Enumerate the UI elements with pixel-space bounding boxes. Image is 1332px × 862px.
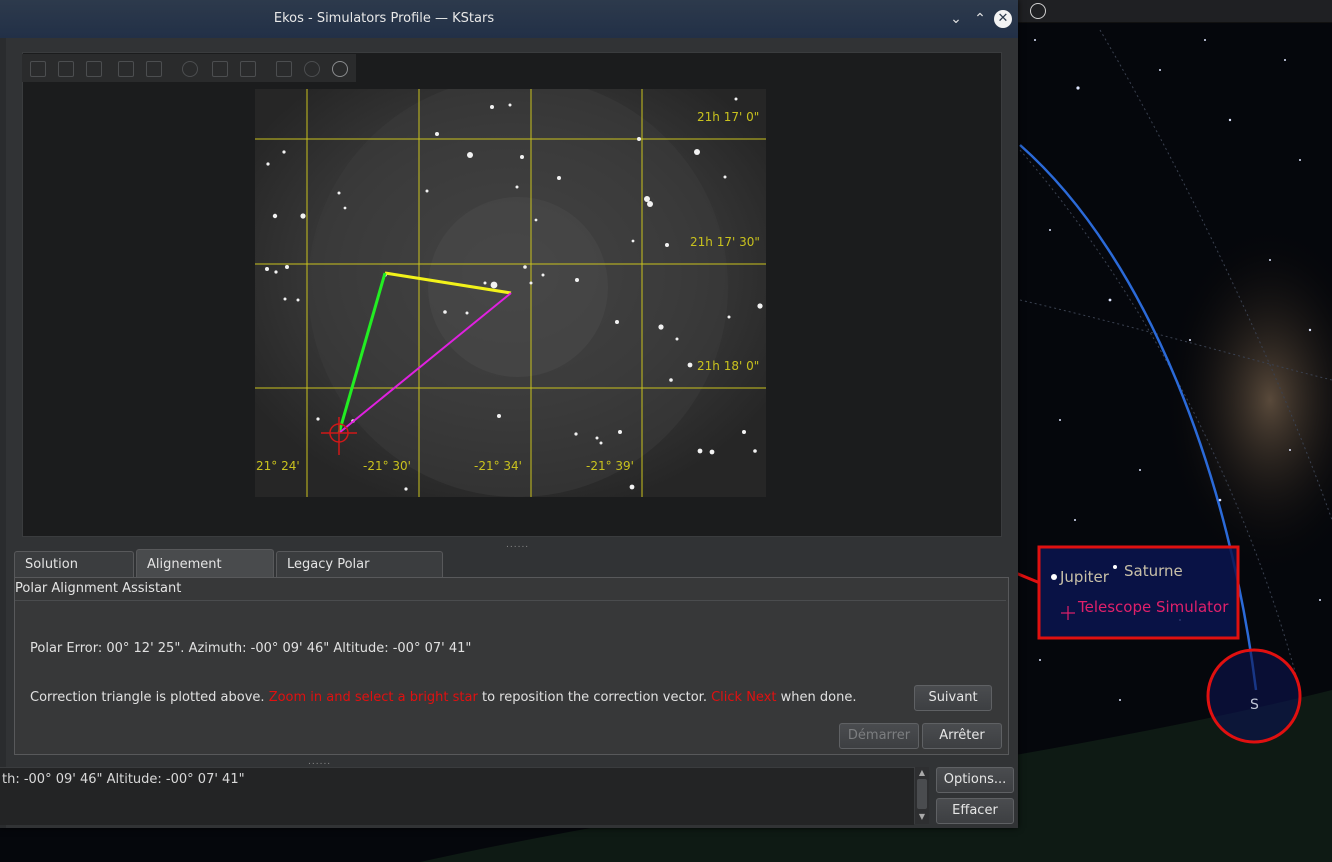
correction-next-hint: Click Next: [711, 690, 777, 705]
chevron-up-icon[interactable]: ⌃: [971, 10, 989, 28]
options-button[interactable]: Options...: [936, 767, 1014, 793]
zoom-in-icon[interactable]: [30, 61, 46, 77]
stretch-icon[interactable]: [146, 61, 162, 77]
dec-label-3: -21° 34': [474, 459, 522, 473]
tab-solution-results[interactable]: Solution Results: [14, 551, 134, 598]
info-icon[interactable]: [304, 61, 320, 77]
telescope-label: Telescope Simulator: [1078, 598, 1229, 616]
polar-error-text: Polar Error: 00° 12' 25". Azimuth: -00° …: [30, 641, 472, 656]
clear-button[interactable]: Effacer: [936, 798, 1014, 824]
tab-legacy-polar-alignment[interactable]: Legacy Polar Alignment: [276, 551, 443, 598]
correction-mid: to reposition the correction vector.: [481, 690, 707, 705]
dec-label-2: -21° 30': [363, 459, 411, 473]
annotation-box: [1037, 545, 1240, 640]
viewer-splitter[interactable]: ......: [506, 540, 529, 550]
stop-button[interactable]: Arrêter: [922, 723, 1002, 749]
ra-label-3: 21h 18' 0": [697, 359, 759, 373]
scroll-up-icon[interactable]: ▲: [917, 768, 927, 778]
scroll-down-icon[interactable]: ▼: [917, 812, 927, 822]
log-scrollbar[interactable]: ▲ ▼: [914, 767, 929, 824]
window-title: Ekos - Simulators Profile — KStars: [273, 11, 495, 26]
panel-title: Polar Alignment Assistant: [15, 581, 182, 596]
eq-grid-icon[interactable]: [276, 61, 292, 77]
tab-polar-alignment[interactable]: Alignement polaire: [136, 549, 274, 601]
correction-instructions: Correction triangle is plotted above. Zo…: [30, 690, 856, 705]
side-panel-edge: [0, 38, 6, 828]
start-button[interactable]: Démarrer: [839, 723, 919, 749]
ra-label-2: 21h 17' 30": [690, 235, 760, 249]
close-icon[interactable]: ✕: [994, 10, 1012, 28]
chevron-down-icon[interactable]: ⌄: [947, 10, 965, 28]
dec-label-4: -21° 39': [586, 459, 634, 473]
title-bar[interactable]: Ekos - Simulators Profile — KStars ⌄ ⌃ ✕: [0, 0, 1018, 38]
log-text: th: -00° 09' 46" Altitude: -00° 07' 41": [2, 772, 245, 787]
zoom-out-icon[interactable]: [58, 61, 74, 77]
log-splitter[interactable]: ......: [308, 757, 331, 767]
correction-prefix: Correction triangle is plotted above.: [30, 690, 265, 705]
viewer-toolbar: [22, 54, 356, 82]
ra-label-1: 21h 17' 0": [697, 110, 759, 124]
correction-suffix: when done.: [780, 690, 857, 705]
scroll-thumb[interactable]: [917, 779, 927, 809]
ekos-window: Ekos - Simulators Profile — KStars ⌄ ⌃ ✕: [0, 0, 1018, 828]
target-icon[interactable]: [332, 61, 348, 77]
dec-label-1: 21° 24': [256, 459, 300, 473]
jupiter-label: Jupiter: [1060, 568, 1109, 586]
south-label: S: [1250, 697, 1259, 713]
south-marker-circle: [1206, 648, 1302, 744]
panel-divider: [15, 600, 1006, 601]
saturn-label: Saturne: [1124, 562, 1183, 580]
stars-icon[interactable]: [240, 61, 256, 77]
correction-zoom-hint: Zoom in and select a bright star: [268, 690, 478, 705]
next-button[interactable]: Suivant: [914, 685, 992, 711]
grid-icon[interactable]: [212, 61, 228, 77]
crosshair-icon[interactable]: [1030, 3, 1046, 19]
zoom-fit-icon[interactable]: [118, 61, 134, 77]
crosshair-icon[interactable]: [182, 61, 198, 77]
solve-image[interactable]: 21h 17' 0" 21h 17' 30" 21h 18' 0" 21° 24…: [255, 89, 766, 497]
zoom-default-icon[interactable]: [86, 61, 102, 77]
